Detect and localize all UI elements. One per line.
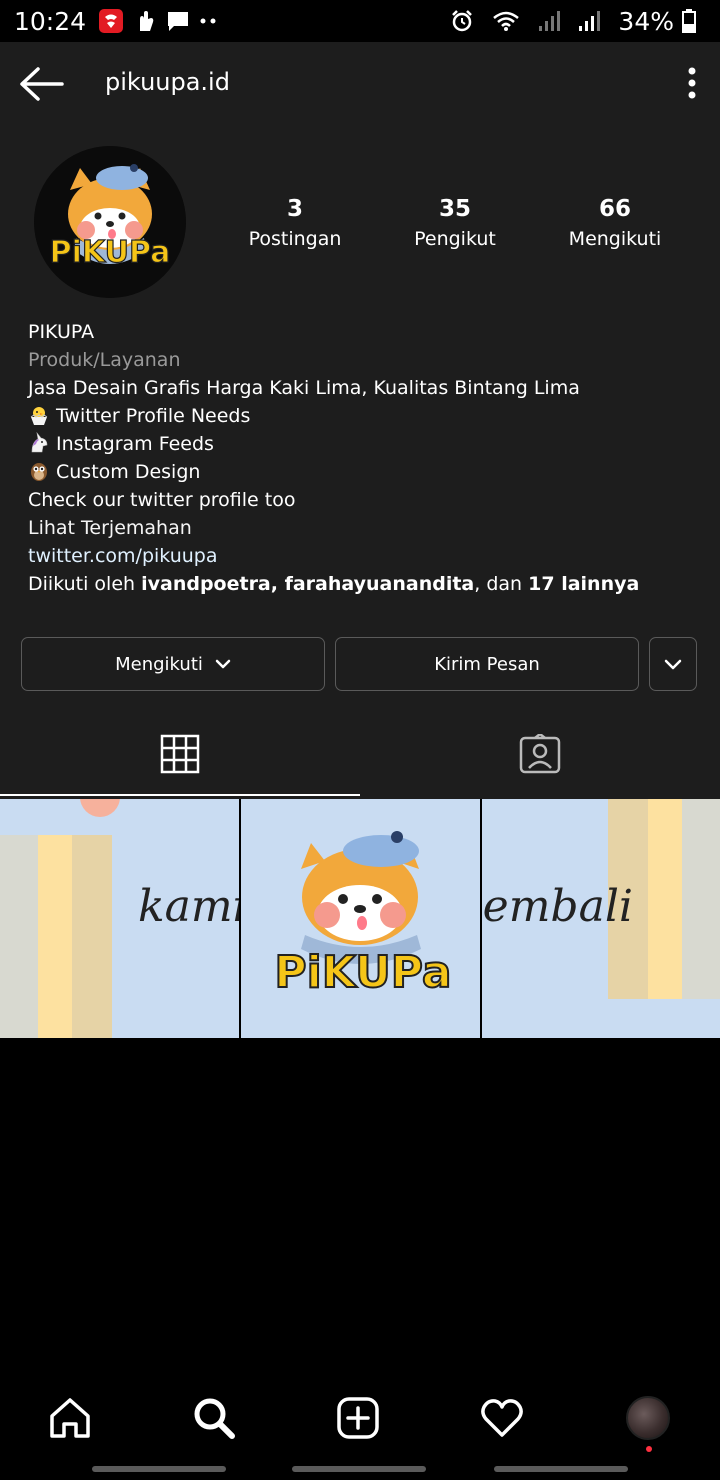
- tagged-person-icon: [519, 734, 561, 774]
- post-image: PiKUPa: [241, 799, 480, 1038]
- post-thumbnail[interactable]: PiKUPa: [241, 799, 480, 1038]
- top-bar: pikuupa.id: [0, 42, 720, 126]
- stat-followers-count: 35: [438, 196, 471, 222]
- back-button[interactable]: [18, 64, 66, 104]
- chick-emoji-icon: [30, 407, 48, 425]
- post-image: kembali: [482, 799, 720, 1038]
- post-thumbnail[interactable]: kami: [0, 799, 239, 1038]
- bottom-navigation: [0, 1380, 720, 1480]
- chevron-down-icon: [215, 659, 231, 669]
- status-time: 10:24: [14, 6, 87, 36]
- bio-line-text: Twitter Profile Needs: [56, 405, 251, 427]
- chevron-down-icon: [664, 659, 682, 669]
- followed-by-middle: , dan: [474, 573, 529, 595]
- profile-screen: pikuupa.id PiKUPa 3 Postingan 35 Pengiku…: [0, 42, 720, 1480]
- profile-category: Produk/Layanan: [28, 349, 181, 371]
- grid-icon: [160, 734, 200, 774]
- battery-percentage: 34%: [618, 6, 674, 36]
- telkomsel-app-icon: [98, 8, 124, 34]
- nav-activity[interactable]: [472, 1388, 532, 1448]
- status-bar: 10:24 34%: [0, 0, 720, 42]
- post-script-text: kembali: [482, 881, 633, 932]
- stat-following[interactable]: 66 Mengikuti: [535, 194, 695, 254]
- home-icon: [50, 1398, 90, 1438]
- signal-icon: [538, 10, 561, 32]
- nav-new-post[interactable]: [328, 1388, 388, 1448]
- stat-posts[interactable]: 3 Postingan: [215, 194, 375, 254]
- active-tab-indicator: [0, 794, 360, 796]
- profile-tabs: [0, 712, 720, 798]
- more-dots-icon: [200, 18, 218, 24]
- notification-dot: [646, 1446, 652, 1452]
- post-image: kami: [0, 799, 239, 1038]
- bio-line-twitter: Twitter Profile Needs: [28, 402, 698, 430]
- hand-icon: [134, 9, 156, 33]
- bio-line: Check our twitter profile too: [28, 489, 296, 511]
- options-button[interactable]: [684, 66, 700, 102]
- avatar-logo-text: PiKUPa: [50, 235, 171, 270]
- profile-avatar[interactable]: PiKUPa: [34, 146, 186, 298]
- owl-emoji-icon: [31, 463, 47, 481]
- nav-profile[interactable]: [618, 1388, 678, 1448]
- pikupa-logo: PiKUPa: [34, 146, 186, 298]
- gesture-bar: [494, 1466, 628, 1472]
- more-vertical-icon: [688, 67, 696, 99]
- gesture-bar: [292, 1466, 426, 1472]
- profile-actions: Mengikuti Kirim Pesan: [21, 637, 699, 691]
- stat-following-label: Mengikuti: [568, 228, 662, 250]
- heart-icon: [481, 1399, 523, 1437]
- bio-line-custom: Custom Design: [28, 458, 698, 486]
- profile-bio: PIKUPA Produk/Layanan Jasa Desain Grafis…: [28, 318, 698, 598]
- stat-followers[interactable]: 35 Pengikut: [375, 194, 535, 254]
- followed-by-others: 17 lainnya: [528, 573, 640, 595]
- following-button-label: Mengikuti: [115, 653, 203, 675]
- search-icon: [194, 1398, 235, 1439]
- followed-by-prefix: Diikuti oleh: [28, 573, 142, 595]
- gesture-bar: [92, 1466, 226, 1472]
- stat-following-count: 66: [598, 196, 631, 222]
- bio-line: Jasa Desain Grafis Harga Kaki Lima, Kual…: [28, 377, 580, 399]
- wifi-icon: [492, 10, 520, 32]
- suggested-accounts-button[interactable]: [649, 637, 697, 691]
- alarm-icon: [450, 9, 474, 33]
- tab-tagged[interactable]: [360, 712, 720, 796]
- profile-handle: pikuupa.id: [105, 68, 230, 96]
- battery-icon: [682, 9, 696, 33]
- nav-home[interactable]: [40, 1388, 100, 1448]
- send-message-button[interactable]: Kirim Pesan: [335, 637, 639, 691]
- followed-by-users: ivandpoetra, farahayuanandita: [141, 573, 475, 595]
- post-script-text: kami: [138, 881, 239, 932]
- stat-posts-count: 3: [286, 196, 303, 222]
- bio-line-text: Custom Design: [56, 461, 201, 483]
- empty-feed-area: [0, 1038, 720, 1380]
- stat-posts-label: Postingan: [248, 228, 342, 250]
- message-icon: [166, 10, 190, 32]
- posts-grid: kami PiKUPa embali: [0, 799, 720, 1038]
- add-post-icon: [337, 1397, 379, 1439]
- unicorn-emoji-icon: [31, 432, 48, 453]
- nav-search[interactable]: [184, 1388, 244, 1448]
- followed-by-text[interactable]: Diikuti oleh ivandpoetra, farahayuanandi…: [28, 570, 698, 598]
- send-message-label: Kirim Pesan: [434, 653, 540, 675]
- profile-name: PIKUPA: [28, 321, 95, 343]
- bio-website-link[interactable]: twitter.com/pikuupa: [28, 542, 698, 570]
- bio-line-instagram: Instagram Feeds: [28, 430, 698, 458]
- profile-avatar-thumbnail: [626, 1396, 670, 1440]
- signal-icon: [578, 10, 601, 32]
- arrow-left-icon: [20, 67, 64, 101]
- stat-followers-label: Pengikut: [414, 228, 496, 250]
- post-logo-text: PiKUPa: [274, 947, 451, 998]
- see-translation-link[interactable]: Lihat Terjemahan: [28, 514, 698, 542]
- following-button[interactable]: Mengikuti: [21, 637, 325, 691]
- profile-stats: 3 Postingan 35 Pengikut 66 Mengikuti: [215, 194, 695, 254]
- post-thumbnail[interactable]: kembali: [482, 799, 720, 1038]
- tab-grid[interactable]: [0, 712, 360, 796]
- bio-line-text: Instagram Feeds: [56, 433, 214, 455]
